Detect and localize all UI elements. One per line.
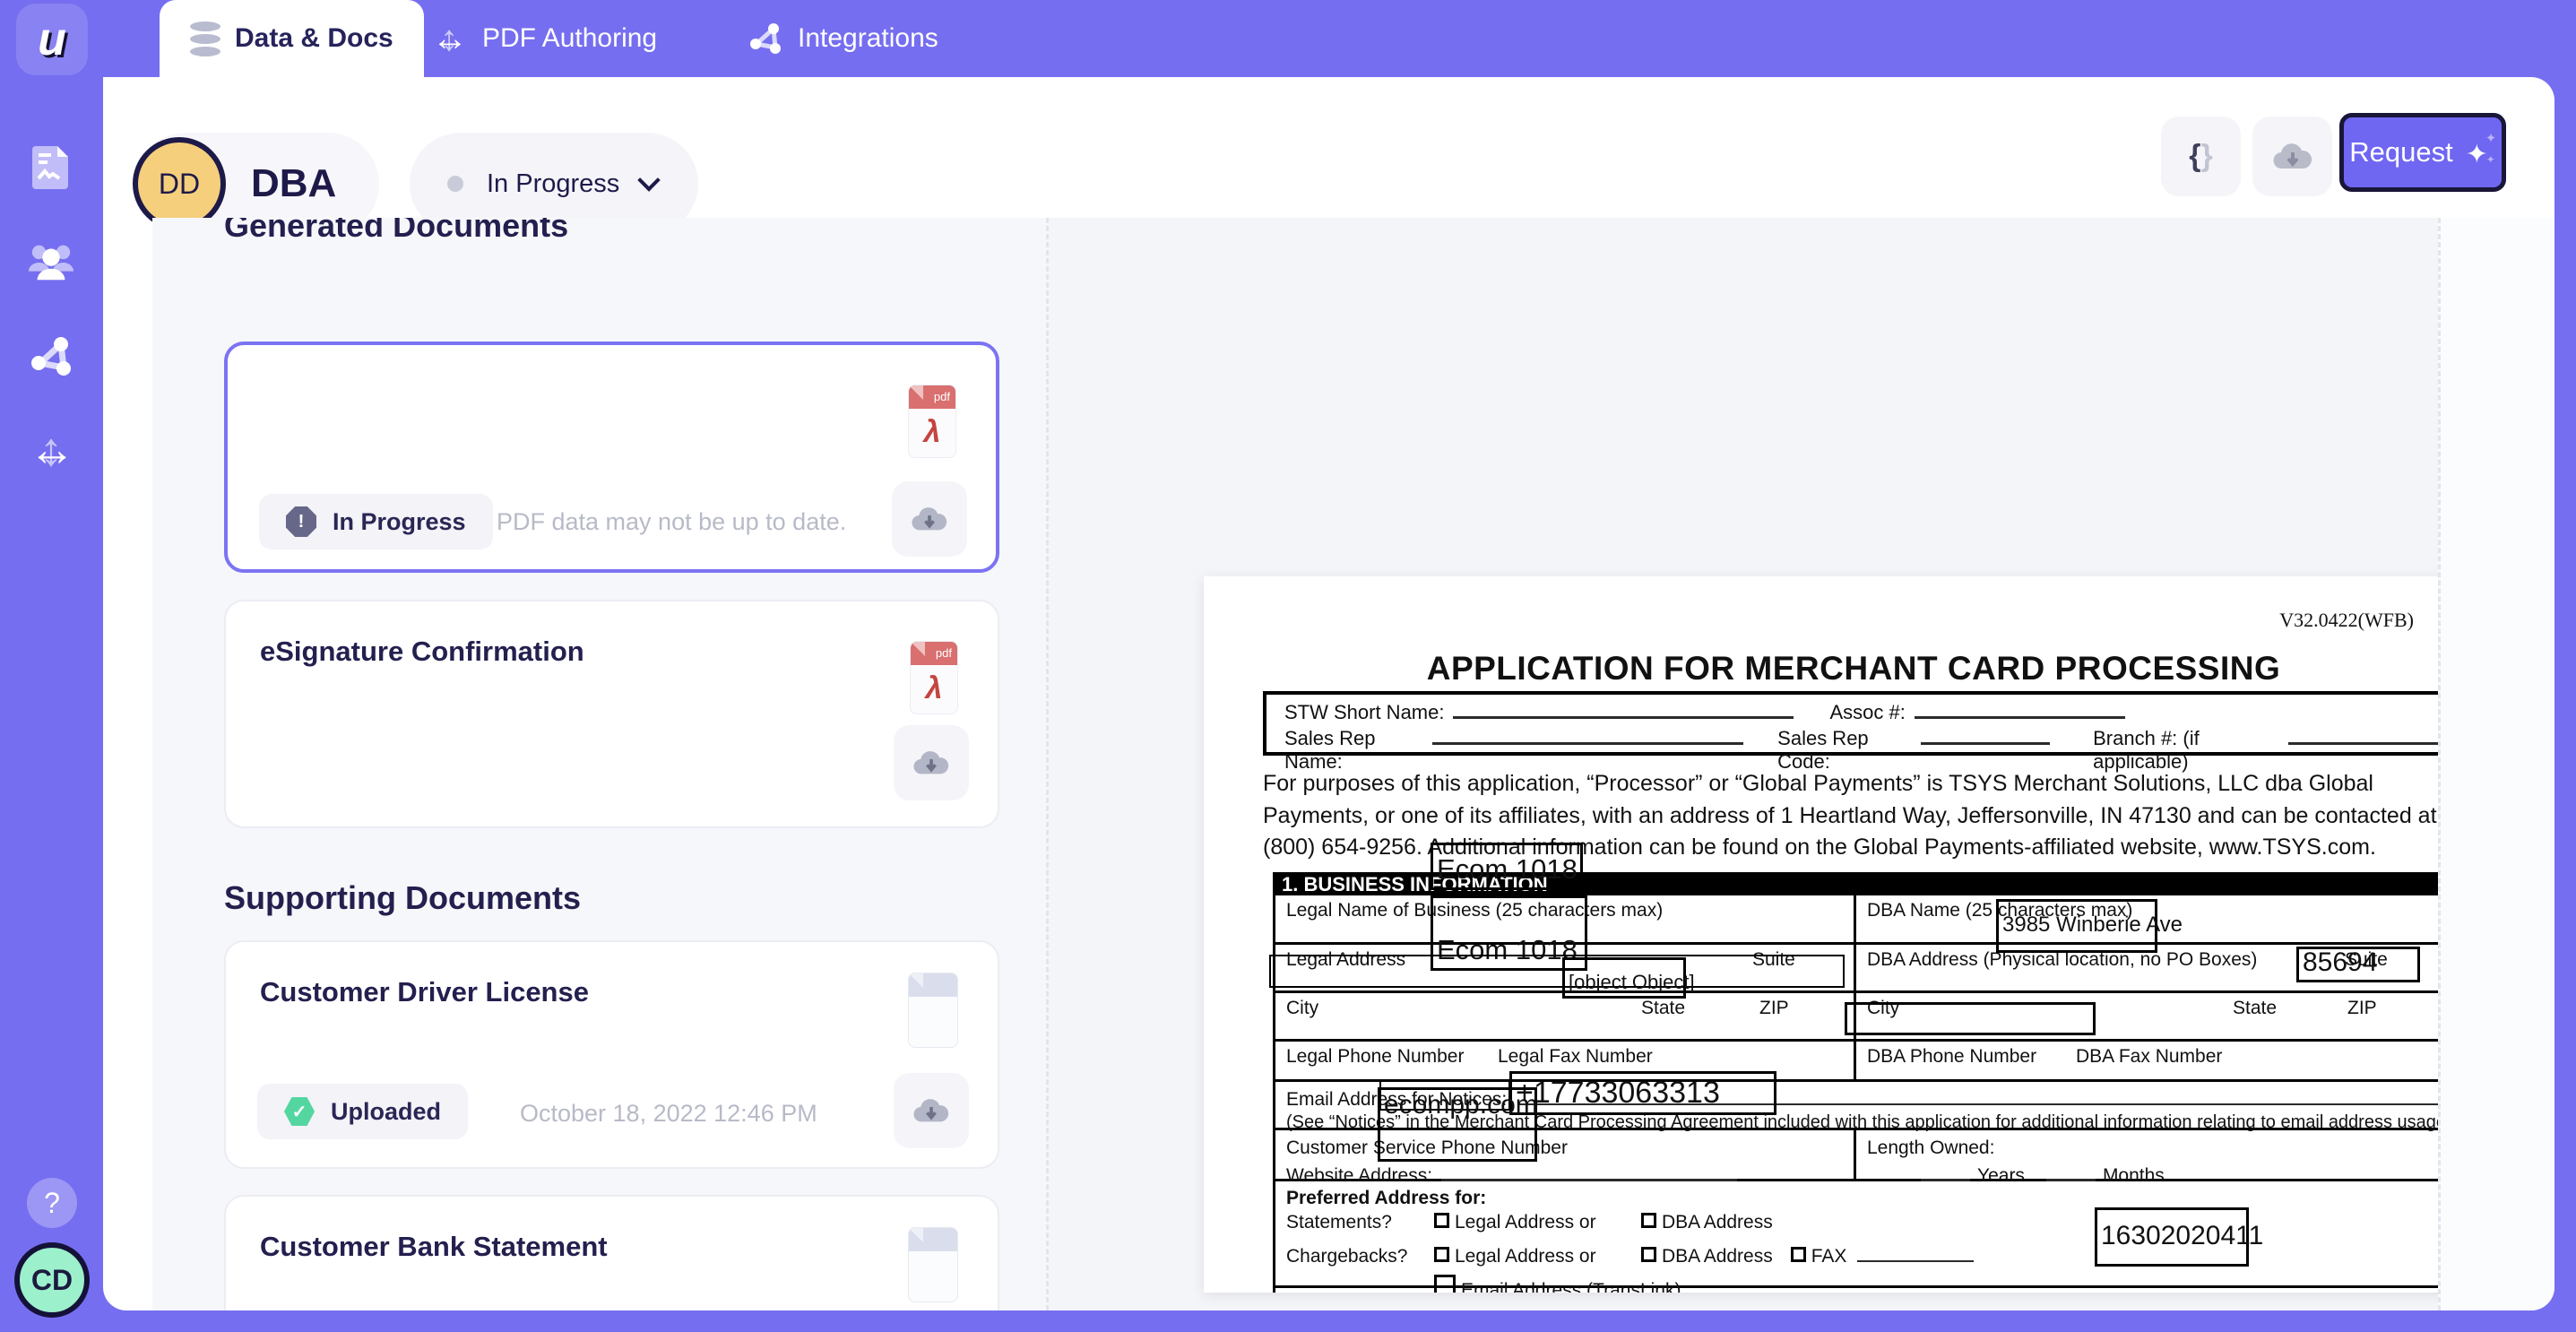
cloud-download-icon — [2273, 142, 2312, 172]
pdf-page: V32.0422(WFB) APPLICATION FOR MERCHANT C… — [1204, 576, 2503, 1293]
acrobat-icon: λ — [911, 665, 957, 712]
file-icon — [908, 1227, 958, 1302]
page-title: DBA — [251, 161, 336, 206]
move-arrows-icon: ↔↕ — [432, 21, 468, 56]
rail-documents-icon[interactable] — [27, 143, 75, 192]
tab-label: Data & Docs — [235, 23, 393, 54]
pdf-file-icon: pdf λ — [910, 641, 958, 714]
sales-rep-box: STW Short Name: Assoc #: Sales Rep Name:… — [1263, 691, 2476, 756]
chevron-down-icon — [637, 169, 660, 191]
checkbox[interactable] — [1791, 1247, 1806, 1262]
field-value-dba-address[interactable]: 3985 Winberie Ave — [1996, 899, 2157, 953]
field-label: ZIP — [1759, 998, 1789, 1019]
brace-left-icon: { — [2189, 139, 2200, 174]
download-all-button[interactable] — [2252, 117, 2332, 196]
checkbox[interactable] — [1641, 1247, 1656, 1262]
supporting-documents-heading: Supporting Documents — [224, 879, 581, 917]
download-button[interactable] — [894, 1073, 969, 1148]
status-value: In Progress — [487, 169, 619, 199]
field-label: Chargebacks? — [1286, 1246, 1434, 1267]
field-label: ZIP — [2347, 998, 2377, 1019]
download-button[interactable] — [894, 725, 969, 800]
generated-doc-card-esignature[interactable]: eSignature Confirmation pdf λ — [224, 600, 999, 828]
pdf-viewer-panel[interactable]: V32.0422(WFB) APPLICATION FOR MERCHANT C… — [1049, 218, 2438, 1310]
database-icon — [190, 22, 220, 56]
field-label: Legal Address or — [1455, 1246, 1616, 1267]
tab-label: PDF Authoring — [482, 23, 657, 54]
status-badge: ! In Progress — [259, 494, 493, 549]
field-label: City — [1286, 998, 1318, 1018]
tab-pdf-authoring[interactable]: ↔↕ PDF Authoring — [402, 0, 687, 77]
checkbox[interactable] — [1641, 1213, 1656, 1228]
file-icon — [908, 973, 958, 1048]
code-view-button[interactable]: { } — [2161, 117, 2241, 196]
status-badge: ✓ Uploaded — [257, 1084, 468, 1139]
field-value-legal-state[interactable]: [object Object] — [1562, 957, 1686, 999]
pdf-version: V32.0422(WFB) — [2279, 609, 2414, 632]
pdf-file-icon: pdf λ — [908, 385, 956, 458]
tab-label: Integrations — [798, 23, 938, 54]
rail-move-icon[interactable]: ↔ ↕ — [27, 425, 75, 473]
collapsed-side-strip — [2438, 218, 2554, 1310]
checkbox[interactable] — [1434, 1213, 1449, 1228]
doc-title: Customer Bank Statement — [260, 1231, 608, 1263]
pdf-title: APPLICATION FOR MERCHANT CARD PROCESSING — [1204, 650, 2503, 688]
sparkles-icon: ✦ ✦ ✦ — [2466, 137, 2496, 168]
generated-doc-card-in-progress[interactable]: pdf λ ! In Progress PDF data may not be … — [224, 342, 999, 573]
supporting-doc-card-driver-license[interactable]: Customer Driver License ✓ Uploaded Octob… — [224, 940, 999, 1169]
field-label: DBA Address — [1662, 1246, 1773, 1267]
stale-pdf-note: PDF data may not be up to date. — [497, 508, 846, 536]
field-label: DBA Phone Number — [1867, 1046, 2036, 1067]
field-value-contact-phone[interactable]: 16302020411 — [2095, 1207, 2249, 1267]
field-value-legal-name[interactable]: Ecom 1018 — [1431, 843, 1583, 890]
preferred-address-label: Preferred Address for: — [1286, 1188, 2462, 1209]
documents-panel[interactable]: Generated Documents pdf λ ! In Progress … — [152, 218, 1049, 1310]
field-value-cs-phone[interactable]: +17733063313 — [1509, 1071, 1776, 1115]
field-label: Legal Address or — [1455, 1212, 1616, 1233]
app-logo[interactable]: u — [16, 4, 88, 75]
field-label: Length Owned: — [1867, 1137, 2462, 1159]
cloud-download-icon — [913, 1097, 949, 1125]
field-label: Legal Fax Number — [1498, 1046, 1653, 1068]
status-dot-icon — [447, 176, 463, 192]
checkbox[interactable] — [1434, 1247, 1449, 1262]
help-button[interactable]: ? — [27, 1178, 77, 1228]
field-box-dba-phone[interactable] — [1845, 1002, 2096, 1035]
help-icon: ? — [44, 1187, 60, 1220]
generated-documents-heading: Generated Documents — [224, 218, 568, 245]
acrobat-icon: λ — [909, 409, 955, 455]
field-label: State — [1641, 998, 1685, 1019]
cloud-download-icon — [913, 749, 949, 777]
field-value-dba-zip[interactable]: 85694 — [2296, 947, 2420, 982]
field-label: DBA Fax Number — [2076, 1046, 2222, 1068]
field-label: Customer Service Phone Number — [1286, 1137, 1843, 1159]
rail-integrations-icon[interactable] — [27, 332, 75, 380]
field-box-legal-city-row[interactable] — [1269, 955, 1845, 988]
check-icon: ✓ — [284, 1096, 315, 1127]
rail-team-icon[interactable] — [27, 238, 75, 286]
field-label: State — [2233, 998, 2277, 1019]
user-avatar[interactable]: CD — [14, 1242, 90, 1318]
field-label: Statements? — [1286, 1212, 1434, 1233]
tab-data-and-docs[interactable]: Data & Docs — [160, 0, 424, 77]
doc-title: Customer Driver License — [260, 976, 589, 1008]
alert-icon: ! — [286, 506, 316, 537]
tab-integrations[interactable]: Integrations — [717, 0, 969, 77]
field-label: Legal Phone Number — [1286, 1046, 1464, 1067]
doc-title: eSignature Confirmation — [260, 636, 584, 668]
field-label: FAX — [1811, 1246, 1847, 1267]
upload-date: October 18, 2022 12:46 PM — [520, 1100, 817, 1128]
download-button[interactable] — [892, 481, 967, 557]
field-label: DBA Address — [1662, 1212, 1773, 1233]
record-avatar: DD — [133, 137, 226, 230]
main-window: DD DBA In Progress { } Request ✦ ✦ ✦ Gen… — [103, 77, 2554, 1310]
request-button[interactable]: Request ✦ ✦ ✦ — [2339, 113, 2506, 192]
field-value-website[interactable]: ecompp.com — [1378, 1087, 1537, 1162]
cloud-download-icon — [912, 506, 947, 533]
supporting-doc-card-bank-statement[interactable]: Customer Bank Statement ✓ Uploaded Octob… — [224, 1195, 999, 1310]
network-icon — [748, 21, 783, 56]
logo-glyph: u — [38, 13, 66, 66]
brace-right-icon: } — [2201, 139, 2213, 174]
